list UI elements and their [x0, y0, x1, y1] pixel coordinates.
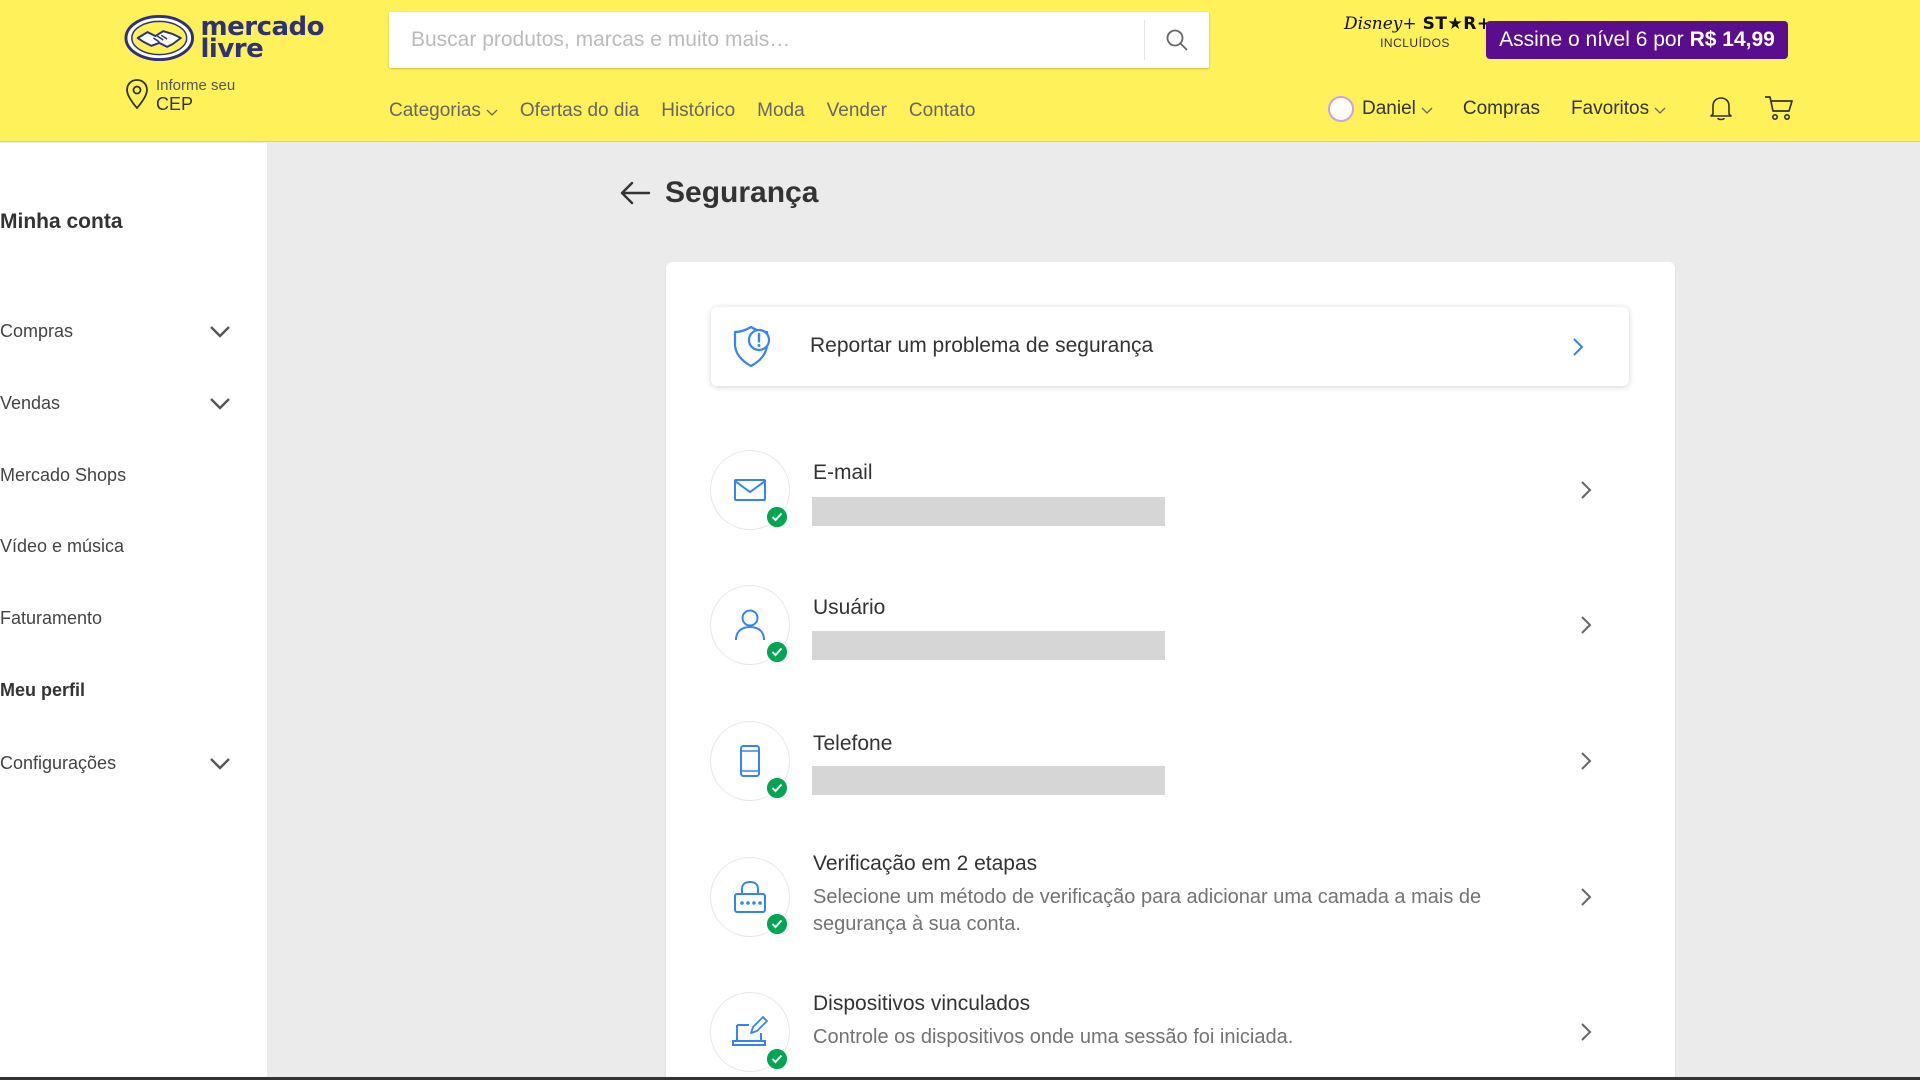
- phone-value-redacted: [812, 766, 1165, 795]
- sidebar-item-label: Vendas: [0, 393, 61, 413]
- search-input[interactable]: [389, 12, 1144, 68]
- disney-star-badge[interactable]: Disney+ ST★R+ INCLUÍDOS: [1344, 14, 1491, 64]
- lock-icon: [734, 880, 766, 913]
- sidebar-item-vendas[interactable]: Vendas: [0, 393, 240, 414]
- sidebar-item-configuracoes[interactable]: Configurações: [0, 753, 240, 774]
- chevron-right-icon: [1581, 616, 1592, 634]
- cep-label-big: CEP: [156, 94, 194, 114]
- chevron-right-icon: [1581, 481, 1592, 499]
- nav-vender[interactable]: Vender: [827, 100, 887, 122]
- chevron-down-icon: [1654, 107, 1666, 114]
- promo-price: R$ 14,99: [1689, 28, 1775, 51]
- included-label: INCLUÍDOS: [1380, 36, 1450, 50]
- sidebar-item-label: Configurações: [0, 753, 117, 773]
- phone-icon: [740, 745, 760, 777]
- page-title: Segurança: [665, 176, 819, 209]
- sidebar-item-label: Faturamento: [0, 608, 103, 628]
- username-value-redacted: [812, 631, 1165, 660]
- search-bar: [389, 12, 1209, 68]
- email-value-redacted: [812, 497, 1165, 526]
- handshake-logo-icon: [124, 14, 195, 62]
- avatar: [1328, 96, 1354, 122]
- disney-plus-label: Disney+: [1344, 14, 1417, 34]
- verified-check-icon: [765, 912, 789, 936]
- two-step-description: Selecione um método de verificação para …: [813, 886, 1482, 935]
- star-plus-label: ST★R+: [1422, 14, 1492, 34]
- nav-categorias[interactable]: Categorias: [389, 100, 498, 122]
- chevron-down-icon: [210, 325, 230, 338]
- chevron-right-icon: [1581, 1023, 1592, 1041]
- linked-devices-row[interactable]: Dispositivos vinculados Controle os disp…: [710, 992, 1628, 1080]
- nav-contato[interactable]: Contato: [909, 100, 976, 122]
- user-icon: [735, 609, 765, 641]
- chevron-right-icon: [1573, 338, 1584, 356]
- sidebar-item-label: Mercado Shops: [0, 465, 127, 485]
- user-name: Daniel: [1362, 98, 1416, 119]
- subscription-promo-button[interactable]: Assine o nível 6 por R$ 14,99: [1486, 21, 1788, 59]
- chevron-down-icon: [486, 109, 498, 116]
- nav-label: Categorias: [389, 100, 481, 121]
- security-card: Reportar um problema de segurança E-mail: [666, 262, 1675, 1080]
- verified-check-icon: [765, 640, 789, 664]
- nav-historico[interactable]: Histórico: [661, 100, 735, 122]
- favorites-label: Favoritos: [1570, 98, 1650, 119]
- mercado-livre-logo[interactable]: mercado livre: [124, 12, 325, 64]
- nav-ofertas[interactable]: Ofertas do dia: [520, 100, 639, 122]
- email-row[interactable]: E-mail: [710, 450, 1628, 532]
- location-pin-icon: [126, 79, 148, 110]
- devices-icon: [732, 1016, 768, 1046]
- back-arrow-icon[interactable]: [619, 180, 651, 206]
- cep-label-small: Informe seu: [156, 77, 236, 94]
- verified-check-icon: [765, 1047, 789, 1071]
- search-icon: [1166, 29, 1188, 51]
- verified-check-icon: [765, 505, 789, 529]
- linked-devices-title: Dispositivos vinculados: [813, 992, 1031, 1015]
- search-button[interactable]: [1145, 12, 1209, 68]
- mail-icon: [734, 479, 766, 501]
- logo-text: mercado livre: [201, 14, 325, 62]
- chevron-down-icon: [1421, 107, 1433, 114]
- header: mercado livre Informe seu CEP Disney+ ST…: [0, 0, 1920, 142]
- sidebar-title: Minha conta: [0, 210, 123, 233]
- phone-row[interactable]: Telefone: [710, 721, 1628, 803]
- sidebar-item-video-musica[interactable]: Vídeo e música: [0, 536, 240, 557]
- main-nav: Categorias Ofertas do dia Histórico Moda…: [389, 100, 975, 122]
- user-menu[interactable]: Daniel: [1328, 96, 1433, 122]
- user-nav: Daniel Compras Favoritos: [1328, 96, 1666, 122]
- email-title: E-mail: [813, 461, 873, 484]
- cart-icon[interactable]: [1764, 94, 1794, 122]
- verified-check-icon: [765, 776, 789, 800]
- chevron-down-icon: [210, 757, 230, 770]
- report-security-problem-button[interactable]: Reportar um problema de segurança: [711, 307, 1629, 386]
- username-title: Usuário: [813, 596, 886, 619]
- sidebar-item-faturamento[interactable]: Faturamento: [0, 608, 240, 629]
- chevron-right-icon: [1581, 752, 1592, 770]
- linked-devices-description: Controle os dispositivos onde uma sessão…: [813, 1026, 1294, 1048]
- purchases-link[interactable]: Compras: [1463, 98, 1540, 120]
- two-step-title: Verificação em 2 etapas: [813, 852, 1038, 875]
- sidebar-item-label: Vídeo e música: [0, 536, 125, 556]
- cep-selector[interactable]: Informe seu CEP: [124, 78, 235, 114]
- report-label: Reportar um problema de segurança: [810, 334, 1154, 357]
- sidebar-item-meu-perfil[interactable]: Meu perfil: [0, 680, 240, 701]
- nav-moda[interactable]: Moda: [757, 100, 805, 122]
- sidebar-item-label: Meu perfil: [0, 680, 86, 700]
- sidebar-item-compras[interactable]: Compras: [0, 321, 240, 342]
- chevron-right-icon: [1581, 888, 1592, 906]
- two-step-verification-row[interactable]: Verificação em 2 etapas Selecione um mét…: [710, 852, 1628, 952]
- favorites-menu[interactable]: Favoritos: [1571, 98, 1666, 120]
- chevron-down-icon: [210, 397, 230, 410]
- sidebar-item-label: Compras: [0, 321, 74, 341]
- shield-alert-icon: [733, 326, 771, 368]
- bell-icon[interactable]: [1708, 94, 1734, 122]
- promo-text: Assine o nível 6 por: [1499, 28, 1684, 51]
- phone-title: Telefone: [813, 732, 893, 755]
- account-sidebar: Minha conta Compras Vendas Mercado Shops…: [0, 143, 267, 1080]
- username-row[interactable]: Usuário: [710, 585, 1628, 667]
- sidebar-item-mercado-shops[interactable]: Mercado Shops: [0, 465, 240, 486]
